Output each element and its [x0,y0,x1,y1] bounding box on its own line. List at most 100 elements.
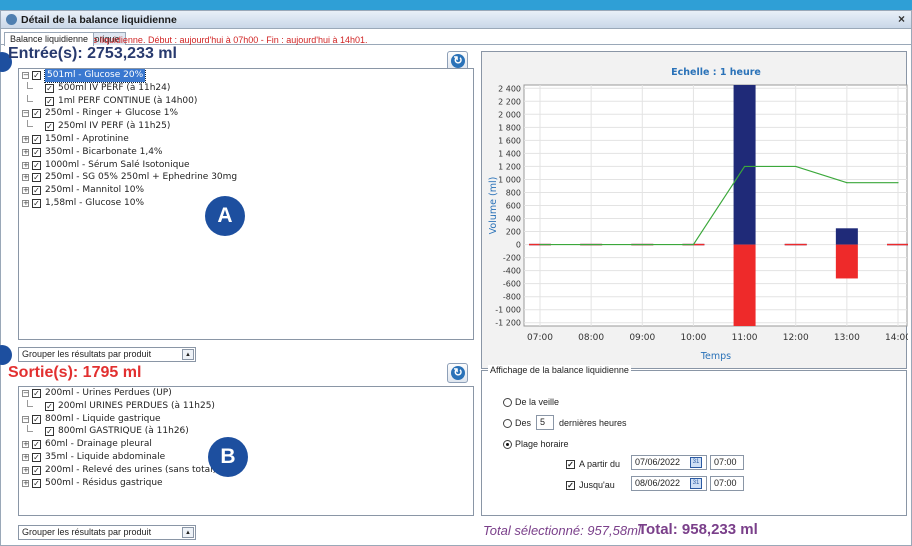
tree-node-label[interactable]: 500ml IV PERF (à 11h24) [58,82,170,95]
close-icon[interactable]: × [898,12,905,26]
expand-icon[interactable]: + [22,479,29,487]
tree-checkbox[interactable]: ✓ [32,160,41,170]
dernieres-heures-label: dernières heures [559,418,627,428]
tree-checkbox[interactable]: ✓ [45,122,54,132]
collapse-icon[interactable]: − [22,72,29,79]
expand-icon[interactable]: + [22,466,29,474]
heures-input[interactable]: 5 [536,415,554,430]
tree-node-label[interactable]: 800ml GASTRIQUE (à 11h26) [58,425,189,438]
tree-node[interactable]: ✓ 200ml URINES PERDUES (à 11h25) [19,399,473,413]
tree-checkbox[interactable]: ✓ [32,109,41,119]
radio-veille[interactable] [503,398,512,407]
tree-node[interactable]: + ✓ 500ml - Résidus gastrique [19,477,473,490]
tree-checkbox[interactable]: ✓ [45,427,54,437]
y-tick-label: -1 200 [495,319,521,328]
expand-icon[interactable]: + [22,453,29,461]
radio-des-label: Des [515,418,532,428]
cumul-point [539,243,541,246]
tree-node[interactable]: + ✓ 150ml - Aprotinine [19,133,473,146]
to-time-input[interactable]: 07:00 [710,476,744,491]
tree-node-label[interactable]: 250ml - SG 05% 250ml + Ephedrine 30mg [45,171,237,184]
tree-node-label[interactable]: 250ml - Ringer + Glucose 1% [45,107,178,120]
expand-icon[interactable]: + [22,187,29,195]
tree-node-label[interactable]: 501ml - Glucose 20% [43,69,147,83]
bar-sorties [835,244,858,279]
tree-node[interactable]: ✓ 500ml IV PERF (à 11h24) [19,81,473,95]
dropdown-arrow-icon[interactable]: ▲ [182,527,194,538]
dropdown-arrow-icon[interactable]: ▲ [182,349,194,360]
tree-node-label[interactable]: 500ml - Résidus gastrique [45,477,163,490]
tree-node-label[interactable]: 1000ml - Sérum Salé Isotonique [45,159,190,172]
refresh-sorties-button[interactable]: ↻ [447,363,468,383]
tree-checkbox[interactable]: ✓ [32,134,41,144]
from-time-input[interactable]: 07:00 [710,455,744,470]
entrees-tree[interactable]: − ✓ 501ml - Glucose 20% ✓ 500ml IV PERF (à 1… [18,68,474,340]
tree-checkbox[interactable]: ✓ [45,83,54,93]
tree-checkbox[interactable]: ✓ [32,198,41,208]
tree-checkbox[interactable]: ✓ [32,147,41,157]
x-tick-label: 12:00 [783,333,809,343]
tree-checkbox[interactable]: ✓ [32,414,41,424]
calendar-icon[interactable]: 31 [690,457,702,468]
tree-node-label[interactable]: 1,58ml - Glucose 10% [45,197,144,210]
total-selectionne: Total sélectionné: 957,58ml [483,523,641,538]
collapse-icon[interactable]: − [22,415,29,423]
group-by-select-entrees[interactable]: Grouper les résultats par produit ▲ [18,347,196,362]
tree-node-label[interactable]: 250ml - Mannitol 10% [45,184,144,197]
tree-node-label[interactable]: 200ml - Urines Perdues (UP) [45,387,172,400]
expand-icon[interactable]: + [22,441,29,449]
y-tick-label: 1 800 [498,123,521,132]
tree-node[interactable]: ✓ 800ml GASTRIQUE (à 11h26) [19,425,473,438]
tree-node[interactable]: + ✓ 350ml - Bicarbonate 1,4% [19,146,473,159]
radio-des[interactable] [503,419,512,428]
tree-node[interactable]: + ✓ 250ml - Mannitol 10% [19,184,473,197]
tree-node[interactable]: + ✓ 1000ml - Sérum Salé Isotonique [19,159,473,172]
tree-node-label[interactable]: 1ml PERF CONTINUE (à 14h00) [58,95,197,108]
tree-checkbox[interactable]: ✓ [32,389,41,398]
expand-icon[interactable]: + [22,148,29,156]
y-tick-label: 600 [506,202,521,211]
tree-checkbox[interactable]: ✓ [32,465,41,475]
tree-node-label[interactable]: 60ml - Drainage pleural [45,438,152,451]
tree-node[interactable]: − ✓ 250ml - Ringer + Glucose 1% [19,107,473,120]
tree-node[interactable]: + ✓ 1,58ml - Glucose 10% [19,197,473,210]
tree-checkbox[interactable]: ✓ [32,440,41,450]
tab-balance-liquidienne[interactable]: Balance liquidienne [4,32,95,46]
tree-checkbox[interactable]: ✓ [45,96,54,106]
radio-plage-horaire[interactable] [503,440,512,449]
from-checkbox[interactable]: ✓ [566,460,575,469]
bar-entrees [733,85,756,245]
tree-checkbox[interactable]: ✓ [32,186,41,196]
tree-node-label[interactable]: 200ml URINES PERDUES (à 11h25) [58,400,215,413]
expand-icon[interactable]: + [22,174,29,182]
expand-icon[interactable]: + [22,135,29,143]
tree-node[interactable]: ✓ 250ml IV PERF (à 11h25) [19,120,473,133]
collapse-icon[interactable]: − [22,110,29,118]
tree-checkbox[interactable]: ✓ [45,401,54,411]
to-label: Jusqu'au [579,480,615,490]
tree-checkbox[interactable]: ✓ [32,71,41,80]
tree-node[interactable]: ✓ 1ml PERF CONTINUE (à 14h00) [19,94,473,108]
group-by-select-sorties[interactable]: Grouper les résultats par produit ▲ [18,525,196,540]
expand-icon[interactable]: + [22,161,29,169]
tree-checkbox[interactable]: ✓ [32,173,41,183]
collapse-icon[interactable]: − [22,390,29,397]
tree-checkbox[interactable]: ✓ [32,452,41,462]
y-tick-label: -1 000 [495,306,521,315]
tree-node[interactable]: + ✓ 250ml - SG 05% 250ml + Ephedrine 30mg [19,171,473,184]
tree-node-label[interactable]: 35ml - Liquide abdominale [45,451,165,464]
radio-plage-label: Plage horaire [515,439,569,449]
tree-node[interactable]: − ✓ 800ml - Liquide gastrique [19,413,473,426]
tree-node-label[interactable]: 800ml - Liquide gastrique [45,413,161,426]
tree-node-label[interactable]: 200ml - Relevé des urines (sans total) [45,464,216,477]
calendar-icon[interactable]: 31 [690,478,702,489]
x-tick-label: 11:00 [732,333,758,343]
tree-node[interactable]: − ✓ 501ml - Glucose 20% [19,69,473,83]
tree-node-label[interactable]: 250ml IV PERF (à 11h25) [58,120,170,133]
tree-node-label[interactable]: 150ml - Aprotinine [45,133,129,146]
tree-node[interactable]: − ✓ 200ml - Urines Perdues (UP) [19,387,473,400]
tree-node-label[interactable]: 350ml - Bicarbonate 1,4% [45,146,162,159]
expand-icon[interactable]: + [22,199,29,207]
to-checkbox[interactable]: ✓ [566,481,575,490]
tree-checkbox[interactable]: ✓ [32,478,41,488]
